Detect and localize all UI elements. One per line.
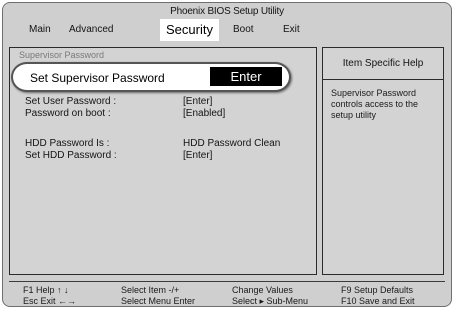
- footer-col-1: F1 Help ↑ ↓ Esc Exit ←→: [23, 285, 77, 306]
- set-supervisor-password-value[interactable]: Enter: [210, 67, 282, 86]
- set-supervisor-password-row[interactable]: Set Supervisor Password Enter: [11, 62, 291, 92]
- password-on-boot-label: Password on boot :: [25, 108, 111, 119]
- supervisor-password-status: Supervisor Password: [19, 50, 105, 60]
- password-on-boot-value[interactable]: [Enabled]: [183, 108, 225, 120]
- help-header: Item Specific Help: [323, 48, 443, 80]
- window-title: Phoenix BIOS Setup Utility: [170, 6, 284, 17]
- help-text: Supervisor Password controls access to t…: [331, 88, 439, 121]
- help-panel: Item Specific Help Supervisor Password c…: [322, 47, 444, 275]
- help-line: controls access to the: [331, 99, 419, 109]
- menu-bar: Main Advanced Security Boot Exit: [7, 19, 447, 41]
- set-user-password-label: Set User Password :: [25, 96, 117, 107]
- hdd-password-status-value: HDD Password Clean: [183, 138, 281, 149]
- footer-save-exit: F10 Save and Exit: [341, 296, 415, 306]
- footer-exit-key: Esc Exit ←→: [23, 296, 77, 306]
- menu-exit[interactable]: Exit: [283, 19, 300, 40]
- help-line: Supervisor Password: [331, 88, 417, 98]
- hdd-password-status-label: HDD Password Is :: [25, 138, 110, 149]
- footer-select-item: Select Item -/+: [121, 285, 180, 295]
- footer-setup-defaults: F9 Setup Defaults: [341, 285, 414, 295]
- set-supervisor-password-label: Set Supervisor Password: [30, 71, 165, 85]
- set-hdd-password-label: Set HDD Password :: [25, 150, 117, 161]
- menu-advanced[interactable]: Advanced: [69, 19, 113, 40]
- set-user-password-value[interactable]: [Enter]: [183, 96, 212, 108]
- footer-sub-menu: Select ▸ Sub-Menu: [232, 296, 309, 306]
- bios-window: Phoenix BIOS Setup Utility Main Advanced…: [2, 2, 452, 307]
- footer-col-4: F9 Setup Defaults F10 Save and Exit: [341, 285, 415, 306]
- menu-main[interactable]: Main: [29, 19, 51, 40]
- footer-divider: [9, 281, 445, 282]
- footer-help-key: F1 Help ↑ ↓: [23, 285, 69, 295]
- set-hdd-password-value[interactable]: [Enter]: [183, 150, 212, 162]
- footer-change-values: Change Values: [232, 285, 293, 295]
- footer-select-menu: Select Menu Enter: [121, 296, 196, 306]
- menu-boot[interactable]: Boot: [233, 19, 254, 40]
- menu-security[interactable]: Security: [160, 19, 219, 41]
- help-line: setup utility: [331, 110, 377, 120]
- footer-col-2: Select Item -/+ Select Menu Enter: [121, 285, 196, 306]
- footer-col-3: Change Values Select ▸ Sub-Menu: [232, 285, 309, 306]
